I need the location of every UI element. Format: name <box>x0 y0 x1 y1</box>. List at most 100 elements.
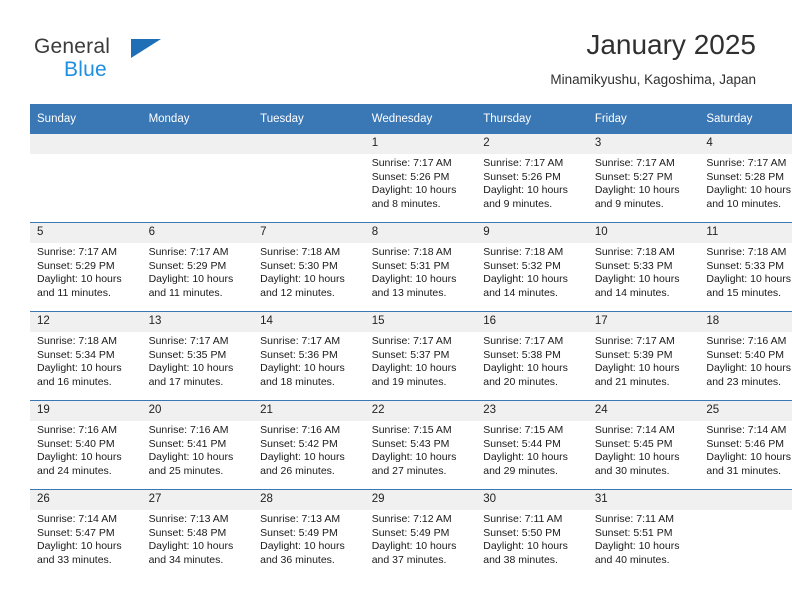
day-cell[interactable]: 20 Sunrise: 7:16 AM Sunset: 5:41 PM Dayligh… <box>141 401 254 489</box>
daylight-text: Daylight: 10 hours and 37 minutes. <box>371 540 457 566</box>
sunset-text: Sunset: 5:33 PM <box>594 259 673 272</box>
calendar-cell: 13 Sunrise: 7:17 AM Sunset: 5:35 PM Dayligh… <box>141 311 254 401</box>
day-cell[interactable]: 10 Sunrise: 7:18 AM Sunset: 5:33 PM Dayligh… <box>587 223 700 311</box>
calendar-cell: 31 Sunrise: 7:11 AM Sunset: 5:51 PM Dayligh… <box>587 489 700 578</box>
page-title: January 2025 <box>586 29 756 60</box>
day-number: 16 <box>476 312 588 332</box>
sunset-text: Sunset: 5:29 PM <box>37 259 115 272</box>
calendar-cell: 23 Sunrise: 7:15 AM Sunset: 5:44 PM Dayligh… <box>476 400 588 490</box>
sunrise-text: Sunrise: 7:15 AM <box>371 424 452 436</box>
daylight-text: Daylight: 10 hours and 17 minutes. <box>148 362 234 388</box>
day-cell[interactable]: 4 Sunrise: 7:17 AM Sunset: 5:28 PM Daylight… <box>699 134 792 222</box>
sunrise-text: Sunrise: 7:15 AM <box>483 424 564 436</box>
day-details: Sunrise: 7:16 AM Sunset: 5:41 PM Daylight:… <box>142 421 254 478</box>
sunset-text: Sunset: 5:26 PM <box>371 170 450 183</box>
day-cell[interactable]: 15 Sunrise: 7:17 AM Sunset: 5:37 PM Dayligh… <box>364 312 477 400</box>
calendar-page: General Blue January 2025 Minamikyushu, … <box>0 0 792 612</box>
day-cell[interactable]: 11 Sunrise: 7:18 AM Sunset: 5:33 PM Dayligh… <box>699 223 792 311</box>
sunset-text: Sunset: 5:41 PM <box>148 437 227 450</box>
day-details: Sunrise: 7:17 AM Sunset: 5:27 PM Daylight:… <box>588 154 700 211</box>
calendar-cell: 25 Sunrise: 7:14 AM Sunset: 5:46 PM Dayligh… <box>699 400 792 490</box>
day-cell[interactable]: 24 Sunrise: 7:14 AM Sunset: 5:45 PM Dayligh… <box>587 401 700 489</box>
day-cell[interactable]: 22 Sunrise: 7:15 AM Sunset: 5:43 PM Dayligh… <box>364 401 477 489</box>
day-cell[interactable]: 23 Sunrise: 7:15 AM Sunset: 5:44 PM Dayligh… <box>476 401 588 489</box>
day-cell[interactable]: 26 Sunrise: 7:14 AM Sunset: 5:47 PM Dayligh… <box>30 490 142 578</box>
day-number: 5 <box>30 223 142 243</box>
sunrise-text: Sunrise: 7:17 AM <box>706 157 787 169</box>
daylight-text: Daylight: 10 hours and 40 minutes. <box>594 540 680 566</box>
day-cell[interactable]: 30 Sunrise: 7:11 AM Sunset: 5:50 PM Dayligh… <box>476 490 588 578</box>
day-number: 31 <box>587 490 700 510</box>
day-cell[interactable]: 8 Sunrise: 7:18 AM Sunset: 5:31 PM Daylight… <box>364 223 477 311</box>
day-cell[interactable]: 1 Sunrise: 7:17 AM Sunset: 5:26 PM Daylight… <box>364 134 477 222</box>
calendar-week-row: 26 Sunrise: 7:14 AM Sunset: 5:47 PM Dayligh… <box>30 489 792 578</box>
day-details: Sunrise: 7:12 AM Sunset: 5:49 PM Daylight:… <box>365 510 477 567</box>
daylight-text: Daylight: 10 hours and 38 minutes. <box>483 540 568 566</box>
day-cell[interactable]: 2 Sunrise: 7:17 AM Sunset: 5:26 PM Daylight… <box>476 134 588 222</box>
day-cell[interactable]: 19 Sunrise: 7:16 AM Sunset: 5:40 PM Dayligh… <box>30 401 142 489</box>
day-number: 15 <box>364 312 477 332</box>
sunrise-text: Sunrise: 7:11 AM <box>483 513 563 525</box>
calendar-cell: 2 Sunrise: 7:17 AM Sunset: 5:26 PM Daylight… <box>476 134 588 223</box>
day-cell[interactable]: 31 Sunrise: 7:11 AM Sunset: 5:51 PM Dayligh… <box>587 490 700 578</box>
day-cell[interactable]: 13 Sunrise: 7:17 AM Sunset: 5:35 PM Dayligh… <box>141 312 254 400</box>
day-number: 4 <box>699 134 792 154</box>
daylight-text: Daylight: 10 hours and 24 minutes. <box>37 451 122 477</box>
day-cell[interactable]: 16 Sunrise: 7:17 AM Sunset: 5:38 PM Dayligh… <box>476 312 588 400</box>
sunset-text: Sunset: 5:34 PM <box>37 348 115 361</box>
day-cell[interactable]: 27 Sunrise: 7:13 AM Sunset: 5:48 PM Dayligh… <box>141 490 254 578</box>
day-cell[interactable]: 7 Sunrise: 7:18 AM Sunset: 5:30 PM Daylight… <box>253 223 365 311</box>
sunset-text: Sunset: 5:26 PM <box>483 170 561 183</box>
calendar-cell: 16 Sunrise: 7:17 AM Sunset: 5:38 PM Dayligh… <box>476 311 588 401</box>
day-details: Sunrise: 7:15 AM Sunset: 5:44 PM Daylight:… <box>476 421 588 478</box>
sunrise-text: Sunrise: 7:16 AM <box>148 424 229 436</box>
calendar-cell: 30 Sunrise: 7:11 AM Sunset: 5:50 PM Dayligh… <box>476 489 588 578</box>
day-number: 6 <box>141 223 254 243</box>
day-number: 13 <box>141 312 254 332</box>
day-cell[interactable]: 25 Sunrise: 7:14 AM Sunset: 5:46 PM Dayligh… <box>699 401 792 489</box>
sunset-text: Sunset: 5:32 PM <box>483 259 561 272</box>
sunset-text: Sunset: 5:46 PM <box>706 437 785 450</box>
sunrise-text: Sunrise: 7:17 AM <box>260 335 341 347</box>
day-details: Sunrise: 7:17 AM Sunset: 5:35 PM Daylight:… <box>142 332 254 389</box>
day-cell[interactable]: 17 Sunrise: 7:17 AM Sunset: 5:39 PM Dayligh… <box>587 312 700 400</box>
calendar-cell: 24 Sunrise: 7:14 AM Sunset: 5:45 PM Dayligh… <box>587 400 700 490</box>
sunrise-text: Sunrise: 7:11 AM <box>594 513 674 525</box>
sunrise-text: Sunrise: 7:12 AM <box>371 513 452 525</box>
sunset-text: Sunset: 5:36 PM <box>260 348 338 361</box>
day-cell[interactable]: 29 Sunrise: 7:12 AM Sunset: 5:49 PM Dayligh… <box>364 490 477 578</box>
day-number: 3 <box>587 134 700 154</box>
day-cell[interactable]: 14 Sunrise: 7:17 AM Sunset: 5:36 PM Dayligh… <box>253 312 365 400</box>
sunrise-text: Sunrise: 7:17 AM <box>483 335 564 347</box>
day-number: 17 <box>587 312 700 332</box>
day-cell[interactable]: 12 Sunrise: 7:18 AM Sunset: 5:34 PM Dayligh… <box>30 312 142 400</box>
calendar-cell: 29 Sunrise: 7:12 AM Sunset: 5:49 PM Dayligh… <box>364 489 477 578</box>
day-cell[interactable]: 5 Sunrise: 7:17 AM Sunset: 5:29 PM Daylight… <box>30 223 142 311</box>
daylight-text: Daylight: 10 hours and 33 minutes. <box>37 540 122 566</box>
day-cell[interactable]: 9 Sunrise: 7:18 AM Sunset: 5:32 PM Daylight… <box>476 223 588 311</box>
logo-text-general: General <box>34 35 111 58</box>
sunrise-text: Sunrise: 7:14 AM <box>594 424 675 436</box>
calendar-week-row: 5 Sunrise: 7:17 AM Sunset: 5:29 PM Daylight… <box>30 222 792 312</box>
weekday-header-friday: Friday <box>587 104 700 134</box>
day-details: Sunrise: 7:14 AM Sunset: 5:47 PM Daylight:… <box>30 510 142 567</box>
day-number: 12 <box>30 312 142 332</box>
day-number: 21 <box>253 401 365 421</box>
sunset-text: Sunset: 5:37 PM <box>371 348 450 361</box>
day-cell[interactable]: 3 Sunrise: 7:17 AM Sunset: 5:27 PM Daylight… <box>587 134 700 222</box>
daylight-text: Daylight: 10 hours and 21 minutes. <box>594 362 680 388</box>
sunset-text: Sunset: 5:51 PM <box>594 526 673 539</box>
day-cell[interactable]: 18 Sunrise: 7:16 AM Sunset: 5:40 PM Dayligh… <box>699 312 792 400</box>
day-cell[interactable]: 28 Sunrise: 7:13 AM Sunset: 5:49 PM Dayligh… <box>253 490 365 578</box>
day-cell-empty <box>141 134 254 222</box>
day-details: Sunrise: 7:17 AM Sunset: 5:29 PM Daylight:… <box>142 243 254 300</box>
sunset-text: Sunset: 5:35 PM <box>148 348 227 361</box>
calendar-cell: 14 Sunrise: 7:17 AM Sunset: 5:36 PM Dayligh… <box>253 311 365 401</box>
sunset-text: Sunset: 5:33 PM <box>706 259 785 272</box>
day-details: Sunrise: 7:13 AM Sunset: 5:48 PM Daylight:… <box>142 510 254 567</box>
day-cell[interactable]: 6 Sunrise: 7:17 AM Sunset: 5:29 PM Daylight… <box>141 223 254 311</box>
calendar-cell: 27 Sunrise: 7:13 AM Sunset: 5:48 PM Dayligh… <box>141 489 254 578</box>
generalblue-logo[interactable]: General Blue <box>34 36 264 88</box>
calendar-cell <box>141 134 254 223</box>
day-cell[interactable]: 21 Sunrise: 7:16 AM Sunset: 5:42 PM Dayligh… <box>253 401 365 489</box>
